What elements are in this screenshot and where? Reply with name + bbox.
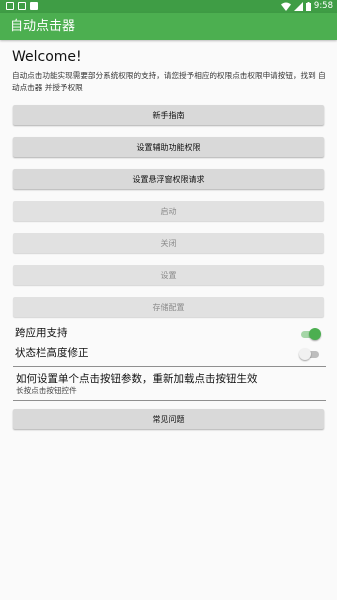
notification-square-icon <box>18 2 26 10</box>
statusbar-height-fix-label: 状态栏高度修正 <box>15 347 89 359</box>
wifi-icon <box>280 2 291 11</box>
guide-button[interactable]: 新手指南 <box>13 105 324 125</box>
clock: 9:58 <box>313 1 333 11</box>
welcome-heading: Welcome! <box>12 49 82 65</box>
permission-description: 自动点击功能实现需要部分系统权限的支持，请您授予相应的权限点击权限申请按钮，找到… <box>12 71 326 92</box>
app-bar: 自动点击器 <box>0 13 337 40</box>
statusbar-height-fix-row: 状态栏高度修正 <box>15 345 321 361</box>
toggle-thumb <box>309 328 321 340</box>
app-title: 自动点击器 <box>10 19 76 34</box>
statusbar-height-fix-toggle[interactable] <box>299 348 321 360</box>
signal-icon <box>293 2 303 11</box>
settings-button[interactable]: 设置 <box>13 265 324 285</box>
cross-app-support-row: 跨应用支持 <box>15 325 321 341</box>
click-button-tip: 如何设置单个点击按钮参数，重新加载点击按钮生效 长按点击按钮控件 <box>16 372 326 396</box>
faq-button[interactable]: 常见问题 <box>13 409 324 429</box>
cross-app-support-toggle[interactable] <box>299 328 321 340</box>
notification-square-icon <box>6 2 14 10</box>
overlay-permission-button[interactable]: 设置悬浮窗权限请求 <box>13 169 324 189</box>
tip-subtitle: 长按点击按钮控件 <box>16 386 77 395</box>
accessibility-permission-button[interactable]: 设置辅助功能权限 <box>13 137 324 157</box>
battery-icon <box>305 2 311 11</box>
divider <box>13 400 326 401</box>
toggle-thumb <box>299 348 311 360</box>
notification-icons <box>6 2 38 10</box>
cross-app-support-label: 跨应用支持 <box>15 327 68 339</box>
tip-title: 如何设置单个点击按钮参数，重新加载点击按钮生效 <box>16 373 258 385</box>
close-button[interactable]: 关闭 <box>13 233 324 253</box>
save-config-button[interactable]: 存储配置 <box>13 297 324 317</box>
android-notification-icon <box>30 2 38 10</box>
start-button[interactable]: 启动 <box>13 201 324 221</box>
status-bar: 9:58 <box>0 0 337 13</box>
divider <box>13 366 326 367</box>
